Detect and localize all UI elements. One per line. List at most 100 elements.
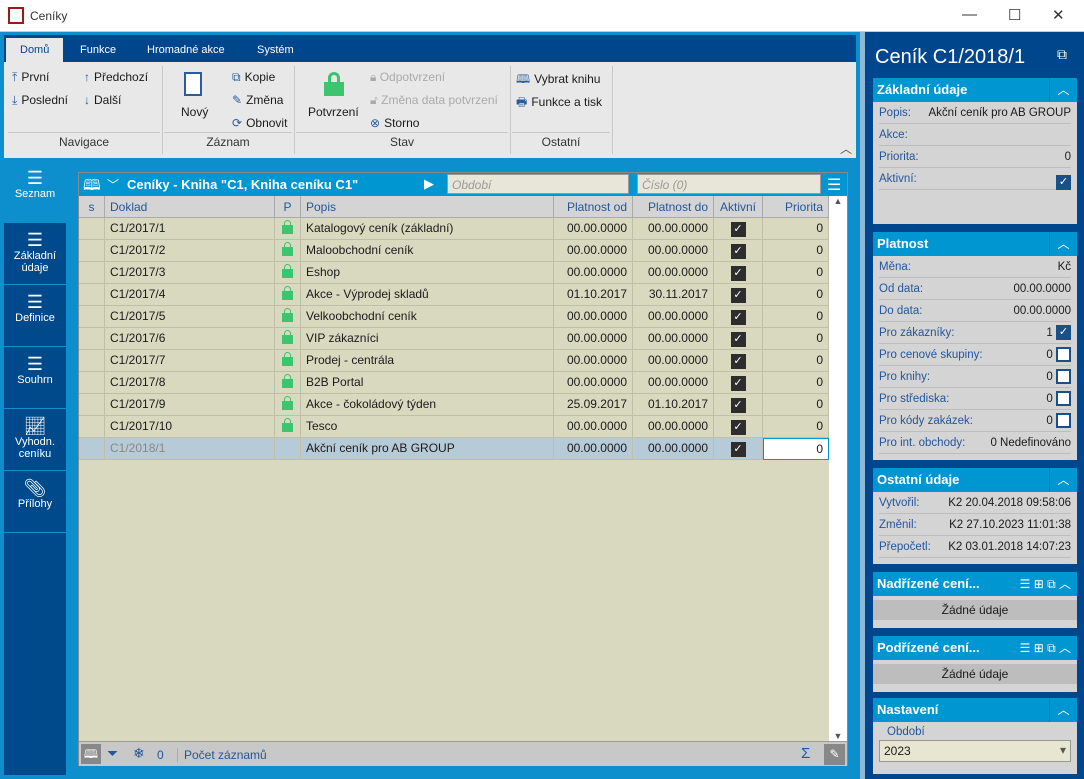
filter-icon[interactable]: ⏷ xyxy=(107,745,118,762)
unconfirm-button[interactable]: 🔒︎ Odpotvrzení xyxy=(370,70,445,85)
sidebar-item-0[interactable]: ☰ Seznam xyxy=(4,162,66,223)
vertical-scrollbar[interactable]: ▲ ▼ xyxy=(829,196,847,741)
column-header[interactable]: s xyxy=(79,196,105,218)
section-tools-icon[interactable]: ☰ ⊞ ⧉ ︿ xyxy=(987,572,1077,596)
print-button[interactable]: 🖶︎ Funkce a tisk xyxy=(516,93,602,114)
table-row[interactable]: C1/2017/10 Tesco 00.00.0000 00.00.0000 ✓ 0 xyxy=(79,416,829,438)
order-codes-checkbox[interactable] xyxy=(1056,413,1071,429)
tab-hromadne-akce[interactable]: Hromadné akce xyxy=(147,44,225,56)
column-header[interactable]: P xyxy=(275,196,301,218)
table-row[interactable]: C1/2017/7 Prodej - centrála 00.00.0000 00.0… xyxy=(79,350,829,372)
sidebar-item-4[interactable]: 📈︎ Vyhodn. ceníku xyxy=(4,410,66,471)
active-checkbox[interactable]: ✓ xyxy=(730,354,746,369)
active-checkbox[interactable]: ✓ xyxy=(730,420,746,435)
cancel-button[interactable]: ⊗ Storno xyxy=(370,116,419,130)
collapse-icon[interactable]: ︿ xyxy=(1049,468,1077,492)
sidebar-item-3[interactable]: ☰ Souhrn xyxy=(4,348,66,409)
sidebar-item-2[interactable]: ☰ Definice xyxy=(4,286,66,347)
table-row[interactable]: C1/2017/6 VIP zákazníci 00.00.0000 00.00.00… xyxy=(79,328,829,350)
cell: Katalogový ceník (základní) xyxy=(301,218,554,240)
table-row[interactable]: C1/2017/1 Katalogový ceník (základní) 00.0… xyxy=(79,218,829,240)
refresh-button[interactable]: ⟳ Obnovit xyxy=(232,116,287,130)
price-groups-checkbox[interactable] xyxy=(1056,347,1071,363)
priority[interactable]: 0 xyxy=(816,442,823,456)
collapse-icon[interactable]: ︿ xyxy=(1049,78,1077,102)
table-row[interactable]: C1/2017/5 Velkoobchodní ceník 00.00.0000 00… xyxy=(79,306,829,328)
chevron-down-icon[interactable]: ﹀ xyxy=(107,176,119,193)
confirm-button[interactable]: Potvrzení xyxy=(308,105,359,119)
snowflake-icon[interactable]: ❄ xyxy=(133,745,145,762)
first-button[interactable]: ⤒ První xyxy=(12,70,49,85)
column-header[interactable]: Doklad xyxy=(105,196,275,218)
lock-icon xyxy=(282,286,293,300)
column-header[interactable]: Popis xyxy=(301,196,554,218)
cell: Akční ceník pro AB GROUP xyxy=(301,438,554,460)
tab-domu[interactable]: Domů xyxy=(6,38,64,63)
minimize-button[interactable]: — xyxy=(962,6,977,23)
tab-funkce[interactable]: Funkce xyxy=(80,44,116,56)
change-confirm-date-button[interactable]: 🔓︎ Změna data potvrzení xyxy=(370,93,498,108)
collapse-icon[interactable]: ︿ xyxy=(1049,698,1077,722)
sidebar-item-label: Souhrn xyxy=(17,374,53,386)
column-header[interactable]: Platnost od xyxy=(554,196,633,218)
section-tools-icon[interactable]: ☰ ⊞ ⧉ ︿ xyxy=(987,636,1077,660)
active-checkbox[interactable]: ✓ xyxy=(730,310,746,325)
valid-to: 30.11.2017 xyxy=(648,287,708,301)
cell xyxy=(275,350,301,372)
table-row[interactable]: C1/2017/3 Eshop 00.00.0000 00.00.0000 ✓ 0 xyxy=(79,262,829,284)
previous-button[interactable]: ↑ Předchozí xyxy=(84,70,148,84)
label: Pro int. obchody: xyxy=(879,437,966,449)
cell: ✓ xyxy=(714,394,763,416)
active-checkbox[interactable]: ✓ xyxy=(730,266,746,281)
cell xyxy=(275,394,301,416)
new-button[interactable]: Nový xyxy=(181,105,208,119)
tab-system[interactable]: Systém xyxy=(257,44,294,56)
active-checkbox[interactable]: ✓ xyxy=(730,222,746,237)
select-book-button[interactable]: 🕮︎ Vybrat knihu xyxy=(516,70,600,91)
last-button[interactable]: ⤓ Poslední xyxy=(12,93,68,108)
book-icon[interactable]: 🕮︎ xyxy=(81,744,101,764)
sidebar-item-1[interactable]: ☰ Základní údaje xyxy=(4,224,66,285)
period-select[interactable]: 2023 ▾ xyxy=(879,740,1071,762)
cell: Akce - Výprodej skladů xyxy=(301,284,554,306)
maximize-button[interactable]: ☐ xyxy=(1008,6,1021,24)
collapse-icon[interactable]: ︿ xyxy=(1049,232,1077,256)
active-checkbox[interactable]: ✓ xyxy=(1056,175,1071,190)
table-row[interactable]: C1/2017/4 Akce - Výprodej skladů 01.10.201… xyxy=(79,284,829,306)
column-header[interactable]: Platnost do xyxy=(633,196,714,218)
next-button[interactable]: ↓ Další xyxy=(84,93,121,107)
active-checkbox[interactable]: ✓ xyxy=(730,244,746,259)
column-header[interactable]: Priorita xyxy=(763,196,829,218)
active-checkbox[interactable]: ✓ xyxy=(730,376,746,391)
active-checkbox[interactable]: ✓ xyxy=(730,442,746,457)
play-icon[interactable]: ▶ xyxy=(424,176,434,192)
cell xyxy=(275,372,301,394)
sidebar-item-5[interactable]: 📎︎ Přílohy xyxy=(4,472,66,533)
number-input[interactable]: Číslo (0) xyxy=(637,174,821,194)
copy-button[interactable]: ⧉ Kopie xyxy=(232,70,275,85)
cell xyxy=(79,262,105,284)
doklad: C1/2017/9 xyxy=(110,397,166,411)
active-checkbox[interactable]: ✓ xyxy=(730,332,746,347)
doklad: C1/2017/1 xyxy=(110,221,166,235)
customers-checkbox[interactable]: ✓ xyxy=(1056,325,1071,341)
table-row[interactable]: C1/2017/8 B2B Portal 00.00.0000 00.00.0000 ✓… xyxy=(79,372,829,394)
active-checkbox[interactable]: ✓ xyxy=(730,288,746,303)
collapse-ribbon-icon[interactable]: ︿ xyxy=(840,140,852,157)
active-checkbox[interactable]: ✓ xyxy=(730,398,746,413)
menu-icon[interactable]: ☰ xyxy=(827,175,841,195)
cell: Maloobchodní ceník xyxy=(301,240,554,262)
edit-icon[interactable]: ✎ xyxy=(824,744,845,765)
period-input[interactable]: Období xyxy=(447,174,629,194)
change-button[interactable]: ✎ Změna xyxy=(232,93,283,107)
centres-checkbox[interactable] xyxy=(1056,391,1071,407)
table-row[interactable]: C1/2017/9 Akce - čokoládový týden 25.09.20… xyxy=(79,394,829,416)
doklad: C1/2017/7 xyxy=(110,353,166,367)
popout-icon[interactable]: ⧉ xyxy=(1057,46,1067,63)
table-row[interactable]: C1/2018/1 Akční ceník pro AB GROUP 00.00.0… xyxy=(79,438,829,460)
close-button[interactable]: ✕ xyxy=(1052,6,1065,24)
sum-icon[interactable]: Σ xyxy=(801,745,810,762)
column-header[interactable]: Aktivní xyxy=(714,196,763,218)
books-checkbox[interactable] xyxy=(1056,369,1071,385)
table-row[interactable]: C1/2017/2 Maloobchodní ceník 00.00.0000 00.… xyxy=(79,240,829,262)
